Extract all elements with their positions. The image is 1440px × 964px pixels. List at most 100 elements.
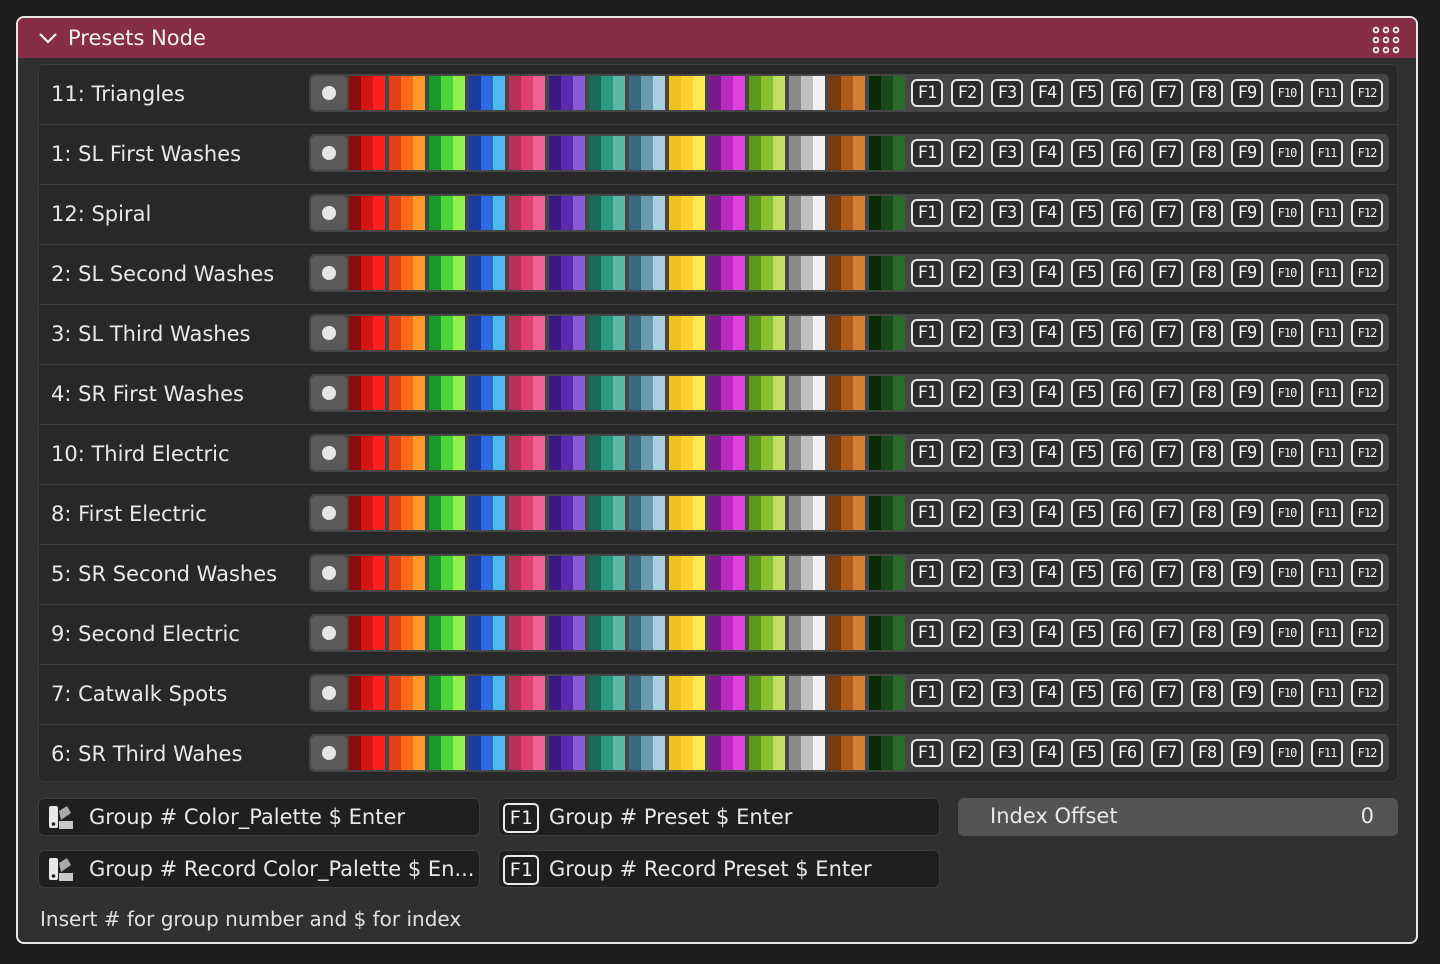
- fkey-button-f3[interactable]: F3: [989, 376, 1025, 410]
- fkey-button-f1[interactable]: F1: [909, 616, 945, 650]
- color-swatch-button[interactable]: [509, 496, 545, 530]
- color-swatch-button[interactable]: [349, 676, 385, 710]
- color-swatch-button[interactable]: [429, 76, 465, 110]
- fkey-button-f1[interactable]: F1: [909, 316, 945, 350]
- color-swatch-button[interactable]: [629, 496, 665, 530]
- color-swatch-button[interactable]: [549, 736, 585, 770]
- color-swatch-button[interactable]: [589, 496, 625, 530]
- fkey-button-f1[interactable]: F1: [909, 136, 945, 170]
- color-swatch-button[interactable]: [829, 556, 865, 590]
- fkey-button-f8[interactable]: F8: [1189, 556, 1225, 590]
- fkey-button-f7[interactable]: F7: [1149, 256, 1185, 290]
- color-swatch-button[interactable]: [869, 316, 905, 350]
- color-swatch-button[interactable]: [869, 556, 905, 590]
- fkey-button-f4[interactable]: F4: [1029, 676, 1065, 710]
- record-color-palette-field[interactable]: Group # Record Color_Palette $ En...: [38, 850, 480, 888]
- preset-row[interactable]: 10: Third Electric F1 F2 F3 F4 F5 F6 F7 F8 F9 F10 F…: [39, 425, 1397, 485]
- fkey-button-f3[interactable]: F3: [989, 316, 1025, 350]
- fkey-button-f4[interactable]: F4: [1029, 316, 1065, 350]
- color-swatch-button[interactable]: [549, 616, 585, 650]
- color-swatch-button[interactable]: [669, 616, 705, 650]
- color-swatch-button[interactable]: [829, 376, 865, 410]
- fkey-button-f2[interactable]: F2: [949, 136, 985, 170]
- color-swatch-button[interactable]: [829, 76, 865, 110]
- color-swatch-button[interactable]: [709, 196, 745, 230]
- preset-row[interactable]: 12: Spiral F1 F2 F3 F4 F5 F6 F7 F8 F9 F10 F11 F12: [39, 185, 1397, 245]
- color-swatch-button[interactable]: [549, 256, 585, 290]
- fkey-button-f6[interactable]: F6: [1109, 496, 1145, 530]
- fkey-button-f7[interactable]: F7: [1149, 136, 1185, 170]
- fkey-button-f10[interactable]: F10: [1269, 676, 1305, 710]
- fkey-button-f8[interactable]: F8: [1189, 256, 1225, 290]
- fkey-button-f8[interactable]: F8: [1189, 676, 1225, 710]
- color-swatch-button[interactable]: [389, 76, 425, 110]
- fkey-button-f12[interactable]: F12: [1349, 376, 1385, 410]
- fkey-button-f11[interactable]: F11: [1309, 76, 1345, 110]
- fkey-button-f5[interactable]: F5: [1069, 676, 1105, 710]
- color-swatch-button[interactable]: [469, 76, 505, 110]
- color-swatch-button[interactable]: [669, 496, 705, 530]
- color-swatch-button[interactable]: [749, 496, 785, 530]
- fkey-button-f8[interactable]: F8: [1189, 376, 1225, 410]
- color-swatch-button[interactable]: [869, 676, 905, 710]
- clear-dot-button[interactable]: [311, 676, 347, 710]
- color-swatch-button[interactable]: [669, 196, 705, 230]
- fkey-button-f4[interactable]: F4: [1029, 376, 1065, 410]
- color-swatch-button[interactable]: [389, 256, 425, 290]
- color-swatch-button[interactable]: [749, 316, 785, 350]
- color-swatch-button[interactable]: [629, 316, 665, 350]
- color-swatch-button[interactable]: [789, 736, 825, 770]
- fkey-button-f4[interactable]: F4: [1029, 76, 1065, 110]
- color-swatch-button[interactable]: [749, 676, 785, 710]
- color-swatch-button[interactable]: [829, 316, 865, 350]
- fkey-button-f9[interactable]: F9: [1229, 436, 1265, 470]
- color-swatch-button[interactable]: [709, 76, 745, 110]
- fkey-button-f10[interactable]: F10: [1269, 256, 1305, 290]
- color-swatch-button[interactable]: [429, 136, 465, 170]
- fkey-button-f8[interactable]: F8: [1189, 496, 1225, 530]
- clear-dot-button[interactable]: [311, 496, 347, 530]
- fkey-button-f6[interactable]: F6: [1109, 676, 1145, 710]
- color-swatch-button[interactable]: [709, 676, 745, 710]
- fkey-button-f1[interactable]: F1: [909, 436, 945, 470]
- color-swatch-button[interactable]: [349, 136, 385, 170]
- color-swatch-button[interactable]: [669, 736, 705, 770]
- fkey-button-f6[interactable]: F6: [1109, 736, 1145, 770]
- fkey-button-f9[interactable]: F9: [1229, 616, 1265, 650]
- color-swatch-button[interactable]: [549, 136, 585, 170]
- fkey-button-f1[interactable]: F1: [909, 196, 945, 230]
- color-swatch-button[interactable]: [869, 376, 905, 410]
- clear-dot-button[interactable]: [311, 256, 347, 290]
- fkey-button-f2[interactable]: F2: [949, 196, 985, 230]
- color-swatch-button[interactable]: [469, 136, 505, 170]
- preset-row[interactable]: 9: Second Electric F1 F2 F3 F4 F5 F6 F7 F8 F9 F10 F…: [39, 605, 1397, 665]
- fkey-button-f7[interactable]: F7: [1149, 76, 1185, 110]
- color-swatch-button[interactable]: [469, 736, 505, 770]
- color-swatch-button[interactable]: [789, 556, 825, 590]
- color-swatch-button[interactable]: [869, 616, 905, 650]
- color-swatch-button[interactable]: [789, 376, 825, 410]
- fkey-button-f9[interactable]: F9: [1229, 736, 1265, 770]
- color-swatch-button[interactable]: [509, 196, 545, 230]
- color-swatch-button[interactable]: [669, 136, 705, 170]
- fkey-button-f11[interactable]: F11: [1309, 376, 1345, 410]
- color-swatch-button[interactable]: [509, 136, 545, 170]
- color-swatch-button[interactable]: [469, 556, 505, 590]
- fkey-button-f7[interactable]: F7: [1149, 196, 1185, 230]
- fkey-button-f11[interactable]: F11: [1309, 136, 1345, 170]
- color-swatch-button[interactable]: [629, 376, 665, 410]
- color-swatch-button[interactable]: [469, 196, 505, 230]
- color-swatch-button[interactable]: [549, 76, 585, 110]
- color-swatch-button[interactable]: [589, 736, 625, 770]
- color-swatch-button[interactable]: [789, 256, 825, 290]
- color-swatch-button[interactable]: [549, 376, 585, 410]
- fkey-button-f7[interactable]: F7: [1149, 436, 1185, 470]
- color-swatch-button[interactable]: [869, 76, 905, 110]
- clear-dot-button[interactable]: [311, 436, 347, 470]
- clear-dot-button[interactable]: [311, 76, 347, 110]
- color-swatch-button[interactable]: [829, 136, 865, 170]
- color-swatch-button[interactable]: [749, 256, 785, 290]
- color-swatch-button[interactable]: [549, 556, 585, 590]
- color-swatch-button[interactable]: [789, 316, 825, 350]
- fkey-button-f10[interactable]: F10: [1269, 616, 1305, 650]
